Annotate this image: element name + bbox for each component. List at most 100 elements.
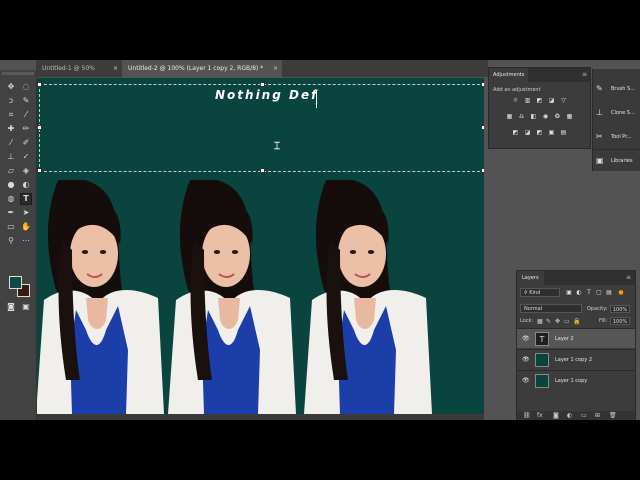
eraser-icon[interactable]: ▱	[6, 166, 16, 176]
status-bar	[37, 414, 484, 420]
lock-position-icon[interactable]: ✥	[555, 318, 560, 325]
healing-brush-icon[interactable]: ✚	[6, 124, 16, 134]
levels-icon[interactable]: ▥	[524, 97, 531, 104]
paint-bucket-icon[interactable]: ◈	[21, 166, 31, 176]
crop-icon[interactable]: ⌗	[6, 110, 16, 120]
lock-transparent-icon[interactable]: ▦	[537, 318, 543, 325]
panel-grip[interactable]	[2, 72, 34, 75]
transform-handle[interactable]	[481, 82, 484, 87]
black-white-icon[interactable]: ◧	[530, 113, 537, 120]
eyedropper-icon[interactable]: ⁄	[21, 110, 31, 120]
panel-menu-icon[interactable]: ≡	[626, 274, 631, 281]
adjustment-filter-icon[interactable]: ◐	[575, 289, 583, 296]
clone-stamp-icon[interactable]: ⊥	[6, 152, 16, 162]
rectangle-icon[interactable]: ▭	[6, 222, 16, 232]
type-filter-icon[interactable]: T	[585, 289, 593, 296]
brush-icon[interactable]: ✏	[21, 124, 31, 134]
posterize-icon[interactable]: ◪	[524, 129, 531, 136]
lasso-icon[interactable]: ↄ	[6, 96, 16, 106]
color-balance-icon[interactable]: ♎	[518, 113, 525, 120]
transform-handle[interactable]	[481, 168, 484, 173]
gradient-map-icon[interactable]: ▣	[548, 129, 555, 136]
hue-saturation-icon[interactable]: ▦	[506, 113, 513, 120]
brush-2-icon[interactable]: ⁄	[6, 138, 16, 148]
delete-layer-icon[interactable]: 🗑	[609, 412, 617, 419]
exposure-icon[interactable]: ◪	[548, 97, 555, 104]
add-mask-icon[interactable]: ◙	[553, 412, 559, 419]
quick-select-icon[interactable]: ✎	[21, 96, 31, 106]
text-bounding-box[interactable]: Nothing Def ⌶	[37, 82, 484, 173]
blend-mode-select[interactable]: Normal	[520, 304, 582, 313]
history-brush-icon[interactable]: ✓	[21, 152, 31, 162]
link-layers-icon[interactable]: ⛓	[523, 412, 531, 419]
color-lookup-icon[interactable]: ▦	[566, 113, 573, 120]
shape-filter-icon[interactable]: ▢	[595, 289, 603, 296]
curves-icon[interactable]: ◩	[536, 97, 543, 104]
transform-handle[interactable]	[260, 168, 265, 173]
tab-untitled-1[interactable]: Untitled-1 @ 50% (RGB/8) ×	[36, 60, 122, 89]
foreground-color-swatch[interactable]	[9, 276, 22, 289]
artboard-icon[interactable]: ◌	[21, 82, 31, 92]
pencil-icon[interactable]: ✐	[21, 138, 31, 148]
filter-toggle-icon[interactable]: ●	[617, 289, 625, 296]
pixel-filter-icon[interactable]: ▣	[565, 289, 573, 296]
tab-layers[interactable]: Layers	[517, 271, 544, 285]
transform-handle[interactable]	[481, 125, 484, 130]
tab-untitled-2[interactable]: Untitled-2 @ 100% (Layer 1 copy 2, RGB/8…	[122, 60, 282, 77]
new-layer-icon[interactable]: ⊞	[595, 412, 600, 419]
threshold-icon[interactable]: ◩	[536, 129, 543, 136]
transform-handle[interactable]	[37, 125, 42, 130]
vibrance-icon[interactable]: ▽	[560, 97, 567, 104]
document-canvas[interactable]: Nothing Def ⌶	[37, 78, 484, 414]
lock-all-icon[interactable]: 🔒	[573, 318, 580, 325]
new-group-icon[interactable]: ▭	[581, 412, 587, 419]
hand-icon[interactable]: ✋	[21, 222, 31, 232]
fill-input[interactable]: 100%	[610, 317, 630, 325]
opacity-input[interactable]: 100%	[610, 305, 630, 313]
channel-mixer-icon[interactable]: ❂	[554, 113, 561, 120]
adjustment-layer-icon[interactable]: ◐	[567, 412, 572, 419]
brightness-icon[interactable]: ☼	[512, 97, 519, 104]
tab-adjustments[interactable]: Adjustments	[489, 68, 529, 82]
layer-filter-select[interactable]: ⚲ Kind	[520, 288, 560, 297]
dock-item-brush-settings[interactable]: ✎ Brush S...	[593, 77, 640, 101]
visibility-eye-icon[interactable]: 👁	[522, 335, 530, 342]
layer-style-icon[interactable]: fx	[537, 412, 543, 419]
lock-image-icon[interactable]: ✎	[546, 318, 551, 325]
close-icon[interactable]: ×	[273, 60, 278, 77]
layers-footer: ⛓ fx ◙ ◐ ▭ ⊞ 🗑	[517, 411, 635, 420]
pen-icon[interactable]: ✒	[6, 208, 16, 218]
panel-header: Adjustments ≡	[489, 68, 590, 82]
path-select-icon[interactable]: ➤	[21, 208, 31, 218]
dock-item-libraries[interactable]: ▣ Libraries	[593, 149, 640, 173]
screen-mode-icon[interactable]: ▣	[21, 302, 31, 312]
text-layer-thumbnail: T	[535, 332, 549, 346]
invert-icon[interactable]: ◩	[512, 129, 519, 136]
more-tools-icon[interactable]: ⋯	[21, 236, 31, 246]
transform-handle[interactable]	[37, 82, 42, 87]
transform-handle[interactable]	[37, 168, 42, 173]
portrait-image	[168, 180, 296, 414]
selective-color-icon[interactable]: ▤	[560, 129, 567, 136]
quick-mask-icon[interactable]: ◙	[6, 302, 16, 312]
smart-object-filter-icon[interactable]: ▤	[605, 289, 613, 296]
zoom-icon[interactable]: ⚲	[6, 236, 16, 246]
dodge-icon[interactable]: ◐	[21, 180, 31, 190]
move-icon[interactable]: ✥	[6, 82, 16, 92]
panel-menu-icon[interactable]: ≡	[582, 71, 587, 78]
layer-row[interactable]: 👁 Layer 1 copy 2	[517, 349, 635, 369]
visibility-eye-icon[interactable]: 👁	[522, 377, 530, 384]
dock-item-tool-presets[interactable]: ✂ Tool Pr...	[593, 125, 640, 149]
blur-icon[interactable]: ●	[6, 180, 16, 190]
layer-row[interactable]: 👁 Layer 1 copy	[517, 370, 635, 390]
type-tool-icon[interactable]: T	[20, 193, 32, 205]
dock-item-clone-source[interactable]: ⊥ Clone S...	[593, 101, 640, 125]
visibility-eye-icon[interactable]: 👁	[522, 356, 530, 363]
close-icon[interactable]: ×	[113, 60, 118, 77]
canvas-text-layer[interactable]: Nothing Def	[215, 88, 318, 102]
lock-artboard-icon[interactable]: ▭	[564, 318, 570, 325]
sponge-icon[interactable]: ◍	[6, 194, 16, 204]
transform-handle[interactable]	[260, 82, 265, 87]
layer-row[interactable]: 👁 T Layer 2	[517, 328, 635, 348]
photo-filter-icon[interactable]: ◉	[542, 113, 549, 120]
